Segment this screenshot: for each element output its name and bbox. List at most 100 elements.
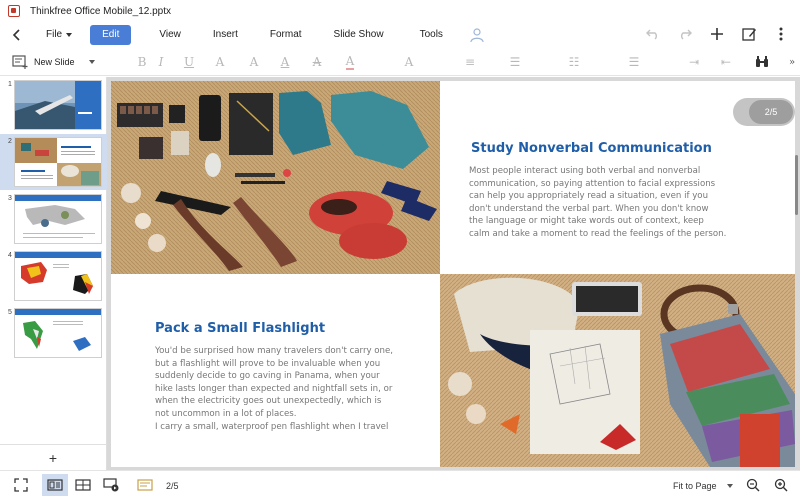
body-2-line: You'd be surprised how many travelers do… bbox=[155, 346, 394, 356]
menu-edit[interactable]: Edit bbox=[90, 25, 132, 45]
numbered-list-icon[interactable]: ☷ bbox=[566, 55, 582, 69]
title-bar: Thinkfree Office Mobile_12.pptx bbox=[0, 0, 800, 22]
slide-sorter-button[interactable] bbox=[70, 474, 96, 496]
notes-icon bbox=[137, 479, 153, 491]
bullet-list-icon[interactable]: ☰ bbox=[626, 55, 642, 69]
thumbnail-4[interactable]: 4 bbox=[0, 248, 107, 304]
slide-show-button[interactable] bbox=[98, 474, 124, 496]
caret-down-icon bbox=[88, 59, 95, 64]
body-2-line: hike lasts longer than expected and nigh… bbox=[155, 383, 393, 394]
menu-format[interactable]: Format bbox=[260, 25, 312, 45]
menu-slideshow[interactable]: Slide Show bbox=[324, 25, 394, 45]
thumbnail-1[interactable]: 1 bbox=[0, 77, 107, 133]
thumbnail-number: 4 bbox=[8, 252, 12, 259]
thumbnail-preview bbox=[14, 251, 102, 301]
caret-down-icon bbox=[66, 33, 73, 37]
vertical-scrollbar[interactable] bbox=[795, 155, 798, 215]
italic-icon[interactable]: I bbox=[153, 55, 169, 69]
binoculars-icon[interactable] bbox=[754, 55, 770, 69]
back-button[interactable] bbox=[6, 24, 28, 46]
font-shrink-icon[interactable]: A bbox=[246, 55, 262, 69]
new-slide-icon bbox=[12, 54, 28, 69]
menu-view[interactable]: View bbox=[149, 25, 191, 45]
page-indicator-pill: 2/5 bbox=[733, 98, 795, 126]
thumbnail-2[interactable]: 2 bbox=[0, 134, 107, 190]
body-1-line: Most people interact using both verbal a… bbox=[469, 166, 701, 176]
zoom-select[interactable]: Fit to Page bbox=[673, 481, 717, 491]
zoom-out-button[interactable] bbox=[740, 474, 766, 496]
slide-body-1[interactable]: Most people interact using both verbal a… bbox=[469, 165, 729, 241]
thumbnail-number: 5 bbox=[8, 309, 12, 316]
zoom-in-button[interactable] bbox=[768, 474, 794, 496]
bold-icon[interactable]: B bbox=[134, 55, 150, 69]
grid-view-icon bbox=[75, 479, 91, 491]
normal-view-button[interactable] bbox=[42, 474, 68, 496]
body-1-line: don't understand the verbal part. When y… bbox=[469, 203, 709, 214]
slide-heading-2[interactable]: Pack a Small Flashlight bbox=[155, 321, 325, 336]
status-page-number: 2/5 bbox=[166, 481, 179, 491]
add-button[interactable] bbox=[708, 25, 726, 43]
slide-body-2[interactable]: You'd be surprised how many travelers do… bbox=[155, 345, 405, 433]
slide-canvas: Study Nonverbal Communication Most peopl… bbox=[107, 77, 800, 470]
fullscreen-button[interactable] bbox=[8, 474, 34, 496]
new-slide-button[interactable]: New Slide bbox=[12, 51, 95, 73]
notes-button[interactable] bbox=[132, 474, 158, 496]
plus-icon bbox=[711, 28, 723, 40]
redo-icon bbox=[681, 29, 692, 40]
body-2-line: when the electricity goes out unexpected… bbox=[155, 396, 382, 407]
indent-icon[interactable]: ⇥ bbox=[686, 55, 702, 69]
new-slide-label: New Slide bbox=[34, 56, 75, 67]
slide[interactable]: Study Nonverbal Communication Most peopl… bbox=[111, 81, 795, 467]
text-effect-icon[interactable]: A bbox=[401, 55, 417, 69]
thumbnail-number: 1 bbox=[8, 81, 12, 88]
chevron-left-icon bbox=[12, 29, 20, 41]
menu-file[interactable]: File bbox=[36, 25, 82, 45]
presentation-play-icon bbox=[103, 478, 119, 492]
body-1-line: calm and take a moment to read the feeli… bbox=[469, 228, 727, 239]
app-icon bbox=[8, 5, 20, 17]
thumbnail-preview bbox=[14, 194, 102, 244]
slide-thumbnail-panel: 1 2 3 4 5 bbox=[0, 77, 107, 444]
menu-tools[interactable]: Tools bbox=[410, 25, 453, 45]
undo-button[interactable] bbox=[644, 25, 662, 43]
zoom-in-icon bbox=[774, 478, 788, 492]
body-2-line: suddenly decide to go caving in Panama, … bbox=[155, 371, 380, 382]
body-1-line: the language or might take words out of … bbox=[469, 216, 704, 227]
menu-insert[interactable]: Insert bbox=[203, 25, 248, 45]
normal-view-icon bbox=[47, 479, 63, 491]
thumbnail-3[interactable]: 3 bbox=[0, 191, 107, 247]
menu-bar: File Edit View Insert Format Slide Show … bbox=[0, 22, 800, 48]
caret-down-icon[interactable] bbox=[727, 484, 733, 488]
add-slide-button[interactable]: + bbox=[0, 444, 107, 470]
slide-heading-1[interactable]: Study Nonverbal Communication bbox=[471, 141, 712, 156]
body-2-line: but a flashlight will prove to be invalu… bbox=[155, 358, 381, 369]
thumbnail-5[interactable]: 5 bbox=[0, 305, 107, 361]
align-icon[interactable]: ≡ bbox=[462, 55, 478, 69]
menu-file-label: File bbox=[46, 29, 63, 40]
page-indicator: 2/5 bbox=[749, 100, 793, 124]
text-highlight-icon[interactable]: A bbox=[277, 55, 293, 69]
edit-note-button[interactable] bbox=[740, 25, 758, 43]
collaborator-icon[interactable] bbox=[469, 27, 485, 43]
body-2-line: not uncommon in a lot of places. bbox=[155, 408, 297, 419]
zoom-out-icon bbox=[746, 478, 760, 492]
outdent-icon[interactable]: ⇤ bbox=[718, 55, 734, 69]
thumbnail-preview bbox=[14, 80, 102, 130]
line-spacing-icon[interactable]: ☰ bbox=[507, 55, 523, 69]
undo-icon bbox=[646, 29, 657, 40]
travel-items-photo bbox=[111, 81, 440, 274]
strikethrough-icon[interactable]: A bbox=[309, 55, 325, 69]
more-menu-button[interactable] bbox=[772, 25, 790, 43]
underline-icon[interactable]: U bbox=[181, 55, 197, 69]
font-size-icon[interactable]: A bbox=[212, 55, 228, 69]
window-title: Thinkfree Office Mobile_12.pptx bbox=[30, 5, 172, 17]
thumbnail-number: 2 bbox=[8, 138, 12, 145]
body-1-line: communication, so paying attention to fa… bbox=[469, 178, 716, 189]
body-2-line: I carry a small, waterproof pen flashlig… bbox=[155, 421, 389, 432]
body-1-line: can help you appropriately read a situat… bbox=[469, 191, 709, 202]
formatting-toolbar: New Slide bbox=[0, 48, 800, 76]
font-color-icon[interactable]: A bbox=[342, 54, 358, 70]
toolbar-overflow-icon[interactable]: » bbox=[784, 55, 800, 69]
thumbnail-number: 3 bbox=[8, 195, 12, 202]
redo-button[interactable] bbox=[676, 25, 694, 43]
